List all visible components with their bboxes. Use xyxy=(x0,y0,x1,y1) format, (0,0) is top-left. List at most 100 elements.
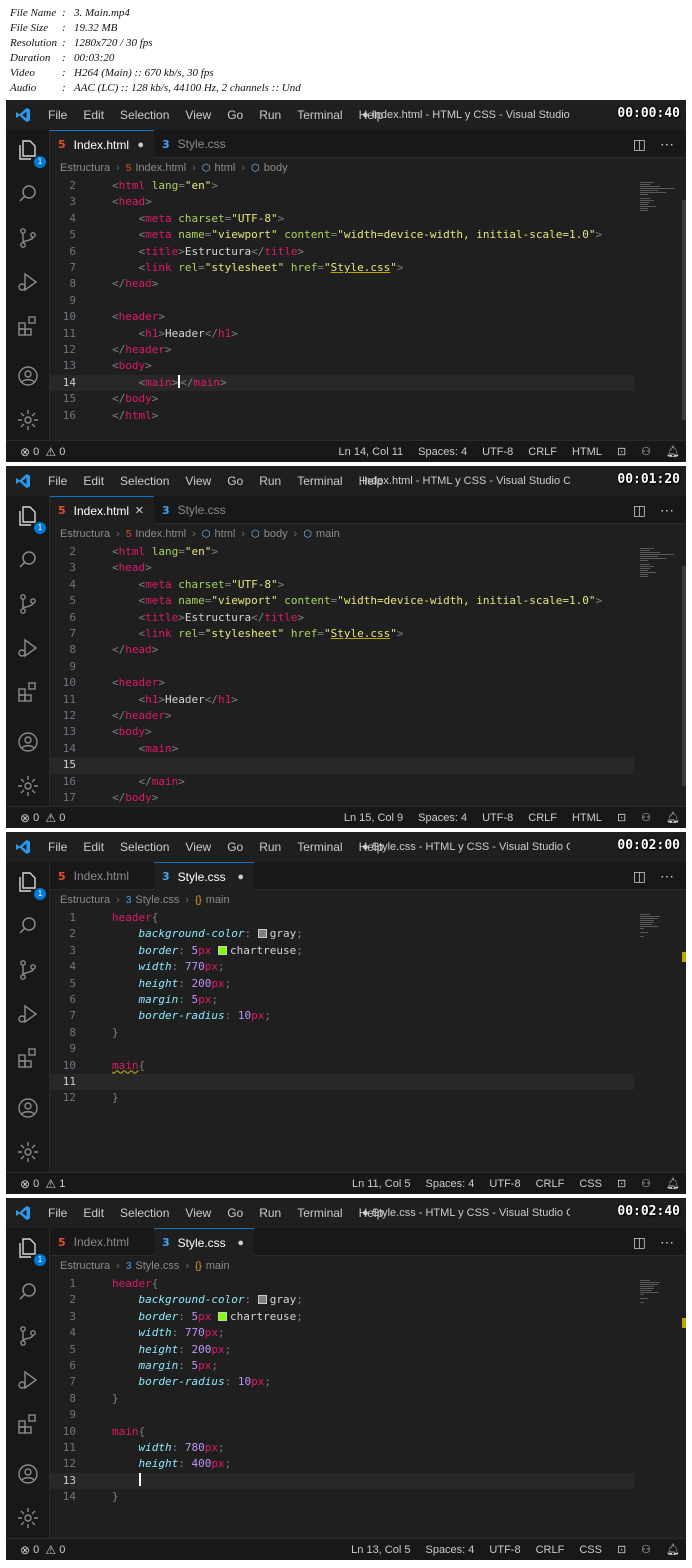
settings-gear-icon[interactable] xyxy=(16,1506,40,1530)
menu-run[interactable]: Run xyxy=(251,832,289,862)
code-line[interactable]: 13 xyxy=(50,1472,634,1490)
code-editor[interactable]: 2 <html lang="en"> 3 <head> 4 <meta charset=… xyxy=(50,178,646,440)
color-swatch[interactable] xyxy=(218,1311,227,1321)
code-line[interactable]: 8 </head> xyxy=(50,276,646,292)
code-line[interactable]: 4 <meta charset="UTF-8"> xyxy=(50,211,646,227)
extensions-icon[interactable] xyxy=(16,680,40,704)
code-line[interactable]: 11 width: 780px; xyxy=(50,1440,646,1456)
menu-selection[interactable]: Selection xyxy=(112,1198,177,1228)
cursor-position[interactable]: Ln 14, Col 11 xyxy=(339,441,404,462)
language-mode[interactable]: CSS xyxy=(579,1173,602,1194)
code-line[interactable]: 3 border: 5px chartreuse; xyxy=(50,1309,646,1325)
breadcrumb-item[interactable]: Estructura xyxy=(60,162,110,174)
more-actions-icon[interactable]: ⋯ xyxy=(660,502,674,519)
code-line[interactable]: 14 <main> xyxy=(50,741,646,757)
menu-selection[interactable]: Selection xyxy=(112,466,177,496)
notifications-icon[interactable]: 🔔︎ xyxy=(666,1173,680,1194)
cursor-position[interactable]: Ln 13, Col 5 xyxy=(351,1539,410,1560)
menu-view[interactable]: View xyxy=(177,1198,219,1228)
menu-view[interactable]: View xyxy=(177,466,219,496)
indentation[interactable]: Spaces: 4 xyxy=(418,441,467,462)
minimap[interactable] xyxy=(640,548,678,578)
minimap[interactable] xyxy=(640,914,678,944)
copilot-icon[interactable]: ⚇ xyxy=(641,807,651,828)
source-control-icon[interactable] xyxy=(16,958,40,982)
tab-index-html[interactable]: 5 Index.html xyxy=(50,1228,154,1256)
menu-edit[interactable]: Edit xyxy=(75,1198,112,1228)
line-ending[interactable]: CRLF xyxy=(528,441,557,462)
code-line[interactable]: 2 <html lang="en"> xyxy=(50,178,646,194)
line-ending[interactable]: CRLF xyxy=(536,1539,565,1560)
code-line[interactable]: 11 <h1>Header</h1> xyxy=(50,692,646,708)
code-line[interactable]: 7 border-radius: 10px; xyxy=(50,1374,646,1390)
encoding[interactable]: UTF-8 xyxy=(482,441,513,462)
menu-selection[interactable]: Selection xyxy=(112,100,177,130)
breadcrumb-item[interactable]: 3 Style.css xyxy=(126,894,180,906)
menu-edit[interactable]: Edit xyxy=(75,466,112,496)
menu-go[interactable]: Go xyxy=(219,832,251,862)
menu-terminal[interactable]: Terminal xyxy=(289,100,350,130)
source-control-icon[interactable] xyxy=(16,1324,40,1348)
menu-file[interactable]: File xyxy=(40,1198,75,1228)
notifications-icon[interactable]: 🔔︎ xyxy=(666,807,680,828)
code-line[interactable]: 9 xyxy=(50,293,646,309)
code-line[interactable]: 10 main{ xyxy=(50,1424,646,1440)
more-actions-icon[interactable]: ⋯ xyxy=(660,1234,674,1251)
language-mode[interactable]: HTML xyxy=(572,807,602,828)
more-actions-icon[interactable]: ⋯ xyxy=(660,136,674,153)
breadcrumb-item[interactable]: Estructura xyxy=(60,894,110,906)
breadcrumb-item[interactable]: ⬡ body xyxy=(251,528,288,540)
problems-indicator[interactable]: ⊗ 0 ⚠ 0 xyxy=(20,1539,65,1560)
code-line[interactable]: 12 height: 400px; xyxy=(50,1456,646,1472)
code-line[interactable]: 6 <title>Estructura</title> xyxy=(50,610,646,626)
settings-gear-icon[interactable] xyxy=(16,774,40,798)
settings-gear-icon[interactable] xyxy=(16,408,40,432)
menu-run[interactable]: Run xyxy=(251,1198,289,1228)
code-line[interactable]: 9 xyxy=(50,659,646,675)
breadcrumb-item[interactable]: ⬡ html xyxy=(202,528,236,540)
code-line[interactable]: 15 </body> xyxy=(50,391,646,407)
run-debug-icon[interactable] xyxy=(16,636,40,660)
indentation[interactable]: Spaces: 4 xyxy=(418,807,467,828)
code-line[interactable]: 11 xyxy=(50,1074,634,1091)
code-line[interactable]: 12 </header> xyxy=(50,708,646,724)
account-icon[interactable] xyxy=(16,364,40,388)
tab-index-html[interactable]: 5 Index.html ● xyxy=(50,130,154,158)
breadcrumb-item[interactable]: ⬡ html xyxy=(202,162,236,174)
code-line[interactable]: 15 xyxy=(50,757,634,774)
menu-selection[interactable]: Selection xyxy=(112,832,177,862)
search-icon[interactable] xyxy=(16,182,40,206)
indentation[interactable]: Spaces: 4 xyxy=(425,1539,474,1560)
cursor-position[interactable]: Ln 11, Col 5 xyxy=(352,1173,411,1194)
copilot-icon[interactable]: ⚇ xyxy=(641,1173,651,1194)
tab-style-css[interactable]: 3 Style.css ● xyxy=(154,1228,254,1256)
tab-status-mark[interactable]: ✕ xyxy=(135,504,144,517)
color-swatch[interactable] xyxy=(218,945,227,955)
menu-edit[interactable]: Edit xyxy=(75,832,112,862)
code-line[interactable]: 6 margin: 5px; xyxy=(50,992,646,1008)
menu-go[interactable]: Go xyxy=(219,1198,251,1228)
code-line[interactable]: 6 margin: 5px; xyxy=(50,1358,646,1374)
breadcrumb-item[interactable]: ⬡ body xyxy=(251,162,288,174)
menu-view[interactable]: View xyxy=(177,100,219,130)
account-icon[interactable] xyxy=(16,1096,40,1120)
code-line[interactable]: 1 header{ xyxy=(50,1276,646,1292)
scrollbar[interactable] xyxy=(682,1318,686,1328)
account-icon[interactable] xyxy=(16,1462,40,1486)
go-live-icon[interactable]: ⊡ xyxy=(617,1539,626,1560)
more-actions-icon[interactable]: ⋯ xyxy=(660,868,674,885)
code-line[interactable]: 9 xyxy=(50,1041,646,1057)
menu-run[interactable]: Run xyxy=(251,100,289,130)
breadcrumb-item[interactable]: 5 Index.html xyxy=(126,528,186,540)
problems-indicator[interactable]: ⊗ 0 ⚠ 0 xyxy=(20,441,65,462)
tab-status-mark[interactable]: ● xyxy=(237,1237,244,1249)
color-swatch[interactable] xyxy=(257,1295,267,1305)
menu-terminal[interactable]: Terminal xyxy=(289,832,350,862)
indentation[interactable]: Spaces: 4 xyxy=(425,1173,474,1194)
code-line[interactable]: 12 </header> xyxy=(50,342,646,358)
code-editor[interactable]: 2 <html lang="en"> 3 <head> 4 <meta charset=… xyxy=(50,544,646,806)
tab-status-mark[interactable]: ● xyxy=(237,871,244,883)
breadcrumb-item[interactable]: {} main xyxy=(195,894,230,906)
breadcrumb-item[interactable]: 5 Index.html xyxy=(126,162,186,174)
code-line[interactable]: 2 <html lang="en"> xyxy=(50,544,646,560)
